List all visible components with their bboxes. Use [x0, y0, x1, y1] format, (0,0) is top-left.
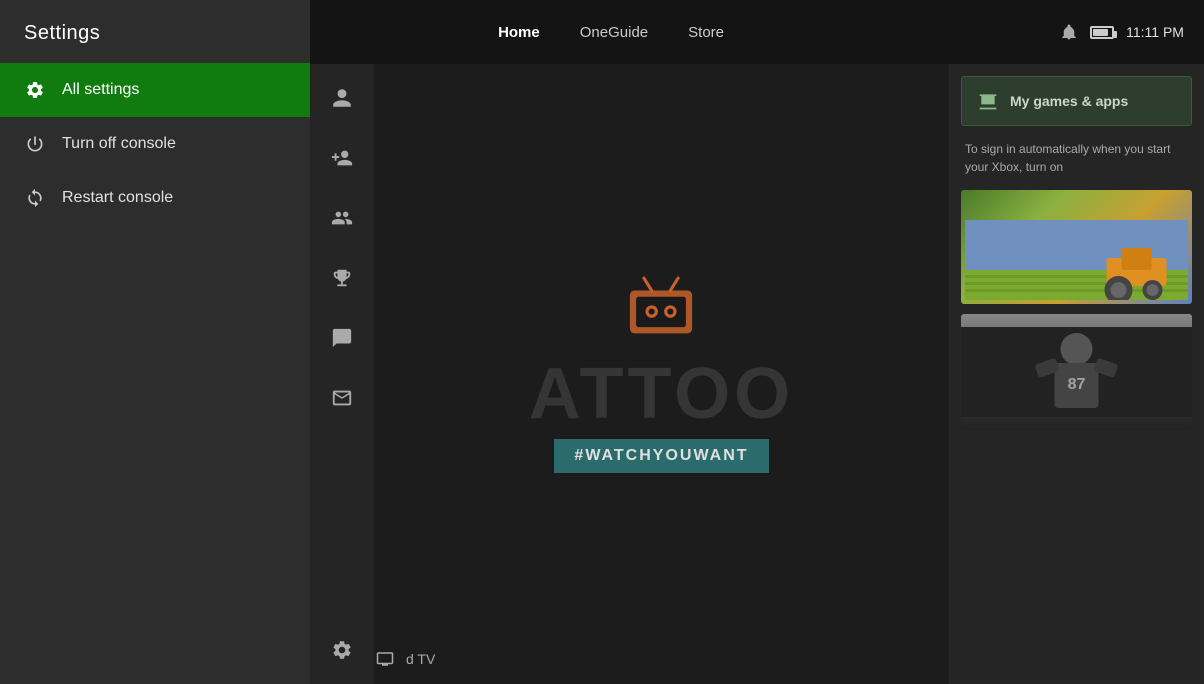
settings-panel: Settings All settings Turn off console R… [0, 0, 310, 684]
tv-label: d TV [406, 651, 435, 667]
sidebar-icon-party[interactable] [324, 200, 360, 236]
notification-icon [1060, 23, 1078, 41]
farming-simulator-card[interactable]: Play Farming Simulator 17 [961, 190, 1192, 304]
sidebar-icon-strip [310, 64, 374, 684]
top-navigation: Home OneGuide Store 11:11 PM [310, 0, 1204, 64]
svg-text:87: 87 [1068, 376, 1086, 393]
settings-title: Settings [0, 0, 310, 63]
sidebar-icon-profile[interactable] [324, 80, 360, 116]
turn-off-label: Turn off console [62, 135, 176, 153]
restart-icon [24, 187, 46, 209]
tattoo-logo: ATTOO #WATCHYOUWANT [529, 275, 794, 473]
games-icon [978, 91, 998, 111]
sidebar-icon-chat-bubbles[interactable] [324, 320, 360, 356]
gear-icon [24, 79, 46, 101]
football-card-image: 87 [961, 314, 1192, 430]
sidebar-icon-message[interactable] [324, 380, 360, 416]
power-icon [24, 133, 46, 155]
my-games-apps-button[interactable]: My games & apps [961, 76, 1192, 126]
settings-item-restart[interactable]: Restart console [0, 171, 310, 225]
my-games-label: My games & apps [1010, 93, 1128, 109]
center-content: ATTOO #WATCHYOUWANT [374, 64, 949, 684]
nav-home[interactable]: Home [498, 24, 540, 41]
sidebar-icon-settings[interactable] [324, 632, 360, 668]
restart-label: Restart console [62, 189, 173, 207]
nav-store[interactable]: Store [688, 24, 724, 41]
tattoo-tv-icon [529, 275, 794, 345]
all-settings-label: All settings [62, 81, 139, 99]
tattoo-text: ATTOO [529, 353, 794, 435]
farming-simulator-image [961, 190, 1192, 304]
top-nav-right: 11:11 PM [1060, 23, 1184, 41]
tv-bar: d TV [374, 650, 435, 668]
sidebar-icon-achievements[interactable] [324, 260, 360, 296]
tattoo-tagline: #WATCHYOUWANT [554, 439, 768, 473]
settings-item-all-settings[interactable]: All settings [0, 63, 310, 117]
sidebar-icon-friends[interactable] [324, 140, 360, 176]
settings-item-turn-off[interactable]: Turn off console [0, 117, 310, 171]
clock: 11:11 PM [1126, 24, 1184, 40]
battery-icon [1090, 26, 1114, 39]
tv-icon [374, 650, 396, 668]
football-card[interactable]: 87 Take your team all the way [961, 314, 1192, 430]
nav-links: Home OneGuide Store [498, 24, 724, 41]
right-panel: My games & apps To sign in automatically… [949, 64, 1204, 684]
sign-in-text: To sign in automatically when you start … [961, 136, 1192, 180]
nav-oneguide[interactable]: OneGuide [580, 24, 648, 41]
